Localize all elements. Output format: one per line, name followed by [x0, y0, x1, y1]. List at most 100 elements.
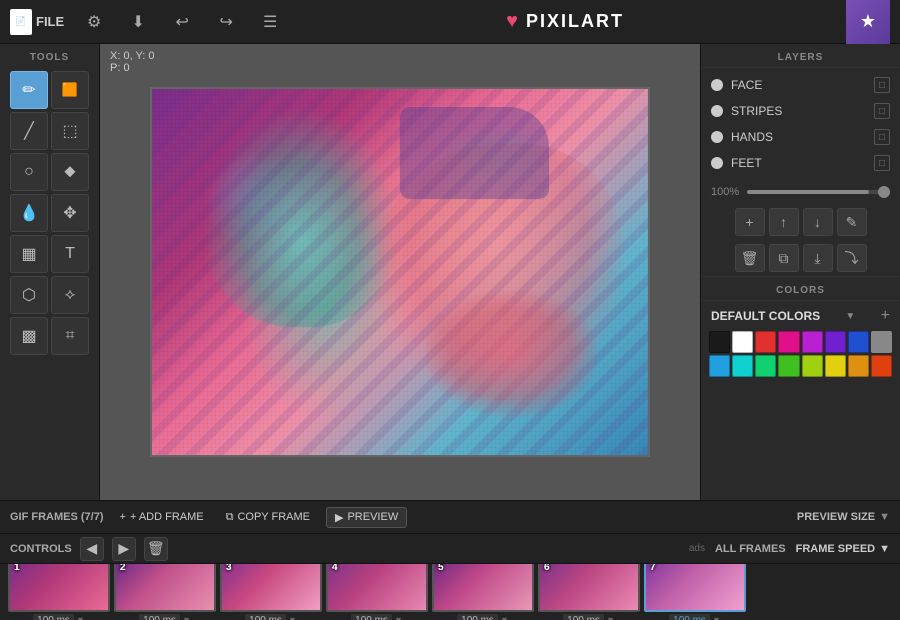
tool-dither[interactable]: ▦ [10, 235, 48, 273]
tool-eyedropper[interactable]: 💧 [10, 194, 48, 232]
redo-icon[interactable]: ↪ [212, 8, 240, 36]
layer-visibility-dot [711, 105, 723, 117]
color-swatch-cyan[interactable] [732, 355, 753, 377]
tool-move[interactable]: ✥ [51, 194, 89, 232]
layer-add-button[interactable]: + [735, 208, 765, 236]
opacity-slider[interactable] [747, 190, 890, 194]
add-frame-button[interactable]: + + ADD FRAME [114, 508, 210, 526]
frame-7-speed: 100 ms [669, 614, 710, 620]
frame-item-1[interactable]: 1 100 ms ▼ [8, 564, 110, 620]
frame-thumb-3[interactable]: 3 [220, 564, 322, 612]
tools-label: TOOLS [30, 52, 69, 63]
tool-pencil[interactable]: ✏ [10, 71, 48, 109]
frame-7-arrow-icon: ▼ [712, 615, 721, 620]
frame-speed-arrow-icon: ▼ [879, 543, 890, 555]
settings-icon[interactable]: ⚙ [80, 8, 108, 36]
preview-size-arrow-icon: ▼ [879, 511, 890, 523]
frame-item-3[interactable]: 3 100 ms ▼ [220, 564, 322, 620]
frame-thumb-5[interactable]: 5 [432, 564, 534, 612]
layer-stripes[interactable]: STRIPES □ [701, 98, 900, 124]
layer-hands-eye[interactable]: □ [874, 129, 890, 145]
file-button[interactable]: 📄 FILE [10, 9, 64, 35]
frame-2-speed: 100 ms [139, 614, 180, 620]
logo: ♥ PIXILART [506, 10, 624, 33]
copy-frame-button[interactable]: ⧉ COPY FRAME [220, 508, 316, 527]
layer-export-button[interactable]: ⤓ [803, 244, 833, 272]
frame-3-arrow-icon: ▼ [288, 615, 297, 620]
color-swatch-blue[interactable] [848, 331, 869, 353]
color-swatch-sky[interactable] [709, 355, 730, 377]
tool-select[interactable]: ⬚ [51, 112, 89, 150]
next-frame-button[interactable]: ▶ [112, 537, 136, 561]
color-swatch-lime[interactable] [802, 355, 823, 377]
layer-feet[interactable]: FEET □ [701, 150, 900, 176]
logo-text: PIXILART [526, 11, 624, 32]
layer-face-eye[interactable]: □ [874, 77, 890, 93]
opacity-row: 100% [701, 180, 900, 204]
canvas-area[interactable]: X: 0, Y: 0 P: 0 [100, 44, 700, 500]
frame-thumb-4[interactable]: 4 [326, 564, 428, 612]
menu-icon[interactable]: ☰ [256, 8, 284, 36]
frame-speed-button[interactable]: FRAME SPEED ▼ [796, 543, 890, 555]
color-swatch-yellow[interactable] [825, 355, 846, 377]
star-button[interactable]: ★ [846, 0, 890, 44]
color-swatch-pink[interactable] [778, 331, 799, 353]
layer-up-button[interactable]: ↑ [769, 208, 799, 236]
color-swatch-teal[interactable] [755, 355, 776, 377]
color-swatch-violet[interactable] [825, 331, 846, 353]
color-swatch-green[interactable] [778, 355, 799, 377]
delete-frame-button[interactable]: 🗑 [144, 537, 168, 561]
tool-crop[interactable]: ⌗ [51, 317, 89, 355]
frame-item-2[interactable]: 2 100 ms ▼ [114, 564, 216, 620]
frame-6-arrow-icon: ▼ [606, 615, 615, 620]
tool-wand[interactable]: ⟡ [51, 276, 89, 314]
layer-copy-button[interactable]: ⧉ [769, 244, 799, 272]
color-swatch-black[interactable] [709, 331, 730, 353]
copy-icon: ⧉ [226, 511, 234, 524]
layer-feet-name: FEET [731, 156, 762, 170]
frame-thumb-7[interactable]: 7 [644, 564, 746, 612]
all-frames-button[interactable]: ALL FRAMES [715, 543, 786, 555]
download-icon[interactable]: ⬇ [124, 8, 152, 36]
layer-face[interactable]: FACE □ [701, 72, 900, 98]
layer-stripes-eye[interactable]: □ [874, 103, 890, 119]
layer-actions-row1: + ↑ ↓ ✎ [701, 204, 900, 240]
frame-item-6[interactable]: 6 100 ms ▼ [538, 564, 640, 620]
color-swatch-purple[interactable] [802, 331, 823, 353]
preview-button[interactable]: ▶ PREVIEW [326, 507, 407, 528]
frame-thumb-2[interactable]: 2 [114, 564, 216, 612]
color-swatch-white[interactable] [732, 331, 753, 353]
tool-fill[interactable]: ⬥ [51, 153, 89, 191]
layer-hands[interactable]: HANDS □ [701, 124, 900, 150]
color-swatch-red[interactable] [755, 331, 776, 353]
frame-item-4[interactable]: 4 100 ms ▼ [326, 564, 428, 620]
default-colors-add-icon[interactable]: + [881, 307, 890, 325]
color-swatch-orange[interactable] [848, 355, 869, 377]
layer-down-button[interactable]: ↓ [803, 208, 833, 236]
layer-feet-eye[interactable]: □ [874, 155, 890, 171]
frame-item-5[interactable]: 5 100 ms ▼ [432, 564, 534, 620]
color-swatch-vermillion[interactable] [871, 355, 892, 377]
layer-visibility-dot [711, 157, 723, 169]
canvas-image[interactable] [150, 87, 650, 457]
layer-delete-button[interactable]: 🗑 [735, 244, 765, 272]
layer-stripes-name: STRIPES [731, 104, 782, 118]
prev-frame-button[interactable]: ◀ [80, 537, 104, 561]
tool-text[interactable]: T [51, 235, 89, 273]
frame-thumb-1[interactable]: 1 [8, 564, 110, 612]
default-colors-row: DEFAULT COLORS ▼ + [701, 301, 900, 331]
frame-thumb-6[interactable]: 6 [538, 564, 640, 612]
tool-line[interactable]: ╱ [10, 112, 48, 150]
star-icon: ★ [860, 11, 876, 32]
frame-item-7[interactable]: 7 100 ms ▼ [644, 564, 746, 620]
tool-checker[interactable]: ▩ [10, 317, 48, 355]
color-swatch-light-blue[interactable] [871, 331, 892, 353]
tool-circle[interactable]: ○ [10, 153, 48, 191]
default-colors-arrow-icon[interactable]: ▼ [845, 311, 855, 322]
tool-spray[interactable]: ⬡ [10, 276, 48, 314]
tool-eraser[interactable]: 🟧 [51, 71, 89, 109]
layer-edit-button[interactable]: ✎ [837, 208, 867, 236]
layer-merge-button[interactable]: ⤵ [837, 244, 867, 272]
undo-icon[interactable]: ↩ [168, 8, 196, 36]
preview-size-button[interactable]: PREVIEW SIZE ▼ [797, 511, 890, 523]
